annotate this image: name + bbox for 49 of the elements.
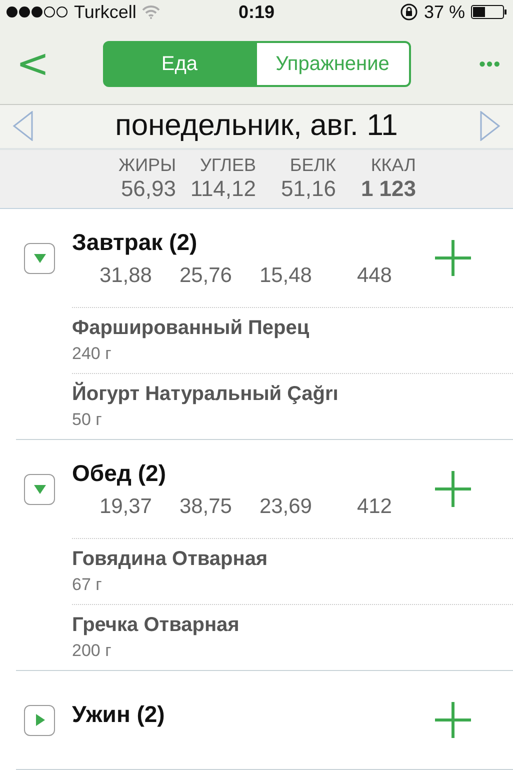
meal-value: 23,69: [258, 494, 312, 518]
rotation-lock-icon: [400, 3, 418, 21]
segment-tab[interactable]: Еда: [102, 41, 256, 87]
expand-toggle[interactable]: [24, 474, 55, 504]
signal-icon: [6, 6, 68, 18]
battery-percent: 37 %: [424, 2, 465, 22]
clock-time: 0:19: [238, 2, 275, 22]
meal-value: 412: [356, 494, 392, 518]
column-heading: УГЛЕВ: [199, 155, 256, 176]
meal-value: 448: [356, 264, 392, 288]
add-button[interactable]: [434, 239, 472, 277]
food-name: Говядина Отварная: [72, 548, 269, 571]
food-amount: 50 г: [72, 410, 103, 430]
total-value: 1 123: [360, 176, 416, 202]
column-heading: БЕЛК: [288, 155, 336, 176]
meal-value: 38,75: [178, 494, 232, 518]
total-value: 56,93: [120, 176, 176, 202]
expand-toggle[interactable]: [24, 704, 55, 736]
add-button[interactable]: [434, 470, 472, 508]
meal-title: Завтрак (2): [72, 228, 198, 256]
meal-value: 15,48: [258, 264, 312, 288]
previous-day-button[interactable]: [12, 111, 34, 142]
food-name: Фаршированный Перец: [72, 317, 310, 340]
column-heading: ККАЛ: [370, 155, 416, 176]
food-name: Гречка Отварная: [72, 614, 240, 637]
carrier-name: Turkcell: [74, 2, 136, 22]
total-value: 114,12: [189, 176, 256, 202]
meal-value: 31,88: [98, 264, 152, 288]
back-button[interactable]: <: [12, 41, 72, 87]
triangle-icon: [32, 482, 46, 496]
column-heading: ЖИРЫ: [118, 155, 176, 176]
meal-title: Ужин (2): [72, 701, 166, 728]
wifi-icon: [142, 5, 160, 19]
more-button[interactable]: •••: [441, 54, 501, 74]
date-title: понедельник, авг. 11: [114, 109, 399, 144]
food-amount: 200 г: [72, 641, 112, 661]
food-amount: 67 г: [72, 575, 103, 595]
triangle-icon: [32, 251, 46, 265]
meal-value: 19,37: [98, 494, 152, 518]
food-amount: 240 г: [72, 344, 112, 364]
next-day-button[interactable]: [479, 111, 501, 142]
total-value: 51,16: [280, 176, 336, 202]
expand-toggle[interactable]: [24, 242, 55, 274]
meal-title: Обед (2): [72, 460, 167, 486]
segment-tab[interactable]: Упражнение: [256, 41, 410, 87]
meal-value: 25,76: [178, 264, 232, 288]
food-name: Йогурт Натуральный Çağrı: [72, 383, 340, 406]
add-button[interactable]: [434, 701, 472, 739]
battery-icon: [471, 5, 507, 19]
